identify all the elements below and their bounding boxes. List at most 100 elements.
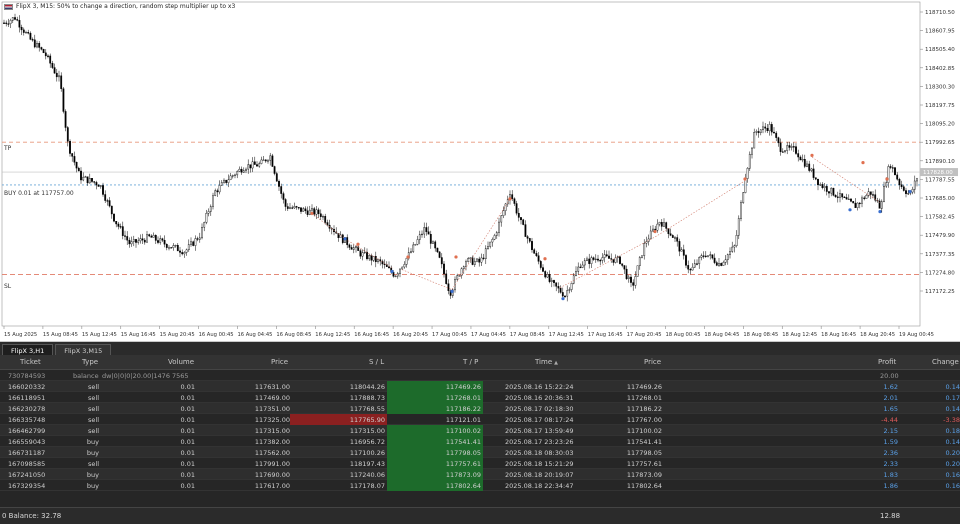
candle-body bbox=[458, 275, 461, 277]
header-price-current[interactable]: Price bbox=[644, 358, 661, 366]
header-time[interactable]: Time ▲ bbox=[535, 358, 558, 366]
candle-body bbox=[128, 239, 131, 245]
candle-body bbox=[396, 273, 399, 277]
sl-line-label: SL bbox=[4, 283, 12, 290]
header-change[interactable]: Change bbox=[932, 358, 959, 366]
table-row[interactable]: 166020332 sell 0.01 117631.00 118044.26 11746… bbox=[0, 381, 960, 392]
cell-sl: 117240.06 bbox=[349, 471, 385, 479]
candle-body bbox=[579, 266, 582, 268]
cell-volume: 0.01 bbox=[180, 416, 195, 424]
header-volume[interactable]: Volume bbox=[168, 358, 194, 366]
table-row[interactable]: 167098585 sell 0.01 117991.00 118197.43 11775… bbox=[0, 458, 960, 469]
candle-body bbox=[658, 222, 661, 225]
table-row-balance[interactable]: 730784593 balance dw|0|0|0|20.00|1476 75… bbox=[0, 370, 960, 381]
y-tick-label: 118505.40 bbox=[925, 47, 955, 53]
candle-body bbox=[198, 237, 201, 240]
y-tick-label: 117377.35 bbox=[925, 252, 955, 258]
candle-body bbox=[801, 159, 804, 161]
candle-body bbox=[196, 238, 199, 240]
candle-body bbox=[429, 234, 432, 244]
header-ticket[interactable]: Ticket bbox=[20, 358, 41, 366]
candle-body bbox=[238, 168, 241, 172]
candle-body bbox=[676, 237, 679, 242]
candle-body bbox=[784, 150, 786, 153]
cell-time: 2025.08.17 23:23:26 bbox=[505, 438, 574, 446]
tab-flipx-h1[interactable]: FlipX 3,H1 bbox=[2, 344, 54, 355]
candle-body bbox=[214, 190, 217, 196]
table-row[interactable]: 166230278 sell 0.01 117351.00 117768.55 11718… bbox=[0, 403, 960, 414]
candle-body bbox=[735, 235, 738, 246]
candle-body bbox=[671, 235, 674, 238]
candle-body bbox=[869, 191, 872, 195]
candle-body bbox=[493, 235, 496, 240]
candle-body bbox=[412, 244, 415, 252]
cell-price: 117315.00 bbox=[254, 427, 290, 435]
price-chart[interactable]: 118710.50 118607.95 118505.40 118402.85 1183… bbox=[0, 0, 960, 342]
candle-body bbox=[689, 269, 692, 271]
candle-body bbox=[733, 245, 736, 248]
header-profit[interactable]: Profit bbox=[878, 358, 896, 366]
candle-body bbox=[786, 145, 789, 151]
candle-body bbox=[282, 193, 285, 200]
candle-body bbox=[324, 216, 327, 223]
candle-body bbox=[190, 241, 192, 245]
header-price[interactable]: Price bbox=[271, 358, 288, 366]
header-tp[interactable]: T / P bbox=[463, 358, 478, 366]
cell-profit: 1.83 bbox=[883, 471, 898, 479]
candle-body bbox=[590, 257, 593, 264]
candle-body bbox=[865, 195, 868, 199]
candle-body bbox=[423, 227, 426, 235]
candle-body bbox=[625, 268, 628, 280]
candle-body bbox=[29, 32, 32, 40]
candle-body bbox=[757, 131, 760, 133]
candle-body bbox=[484, 248, 487, 259]
candle-body bbox=[834, 194, 837, 198]
candle-body bbox=[456, 275, 459, 280]
plot-frame bbox=[1, 1, 921, 327]
cell-price2: 117802.64 bbox=[626, 482, 662, 490]
candle-body bbox=[777, 137, 780, 144]
table-row[interactable]: 166559043 buy 0.01 117382.00 116956.72 117541… bbox=[0, 436, 960, 447]
x-tick-label: 17 Aug 20:45 bbox=[627, 332, 662, 338]
candle-body bbox=[9, 20, 12, 24]
cell-price: 117351.00 bbox=[254, 405, 290, 413]
candle-body bbox=[711, 254, 714, 259]
header-sl[interactable]: S / L bbox=[369, 358, 384, 366]
x-tick-label: 18 Aug 00:45 bbox=[666, 332, 701, 338]
tab-flipx-m15[interactable]: FlipX 3,M15 bbox=[55, 344, 112, 355]
candle-body bbox=[84, 176, 87, 178]
candle-body bbox=[594, 258, 597, 261]
table-row[interactable]: 166118951 sell 0.01 117469.00 117888.73 11726… bbox=[0, 392, 960, 403]
candle-body bbox=[839, 193, 841, 198]
candle-body bbox=[825, 186, 828, 192]
candle-body bbox=[880, 201, 883, 209]
candle-body bbox=[377, 259, 379, 263]
candle-body bbox=[553, 280, 555, 283]
candle-body bbox=[192, 241, 195, 246]
table-row[interactable]: 166335748 sell 0.01 117325.00 117765.90 11712… bbox=[0, 414, 960, 425]
candle-body bbox=[368, 255, 371, 260]
cell-ticket: 167241050 bbox=[8, 471, 46, 479]
table-row[interactable]: 166731187 buy 0.01 117562.00 117100.26 117798… bbox=[0, 447, 960, 458]
candle-body bbox=[687, 265, 690, 270]
table-row[interactable]: 167329354 buy 0.01 117617.00 117178.07 117802… bbox=[0, 480, 960, 491]
cell-tp: 117798.05 bbox=[445, 449, 481, 457]
candle-body bbox=[16, 19, 19, 21]
cell-volume: 0.01 bbox=[180, 449, 195, 457]
trade-marker bbox=[861, 161, 865, 165]
candle-body bbox=[366, 251, 368, 260]
trade-marker bbox=[450, 289, 454, 294]
table-row[interactable]: 166462799 sell 0.01 117315.00 117315.00 11710… bbox=[0, 425, 960, 436]
candle-body bbox=[97, 184, 100, 187]
table-row[interactable]: 167241050 buy 0.01 117690.00 117240.06 117873… bbox=[0, 469, 960, 480]
candle-body bbox=[227, 179, 230, 183]
header-type[interactable]: Type bbox=[82, 358, 98, 366]
cell-tp: 117469.26 bbox=[445, 383, 481, 391]
candle-body bbox=[555, 282, 558, 287]
candle-body bbox=[863, 197, 866, 199]
candle-body bbox=[374, 256, 377, 263]
candle-body bbox=[770, 124, 773, 133]
candle-body bbox=[489, 241, 492, 247]
candle-body bbox=[432, 241, 434, 244]
chart-canvas[interactable]: 118710.50 118607.95 118505.40 118402.85 1183… bbox=[0, 0, 960, 342]
